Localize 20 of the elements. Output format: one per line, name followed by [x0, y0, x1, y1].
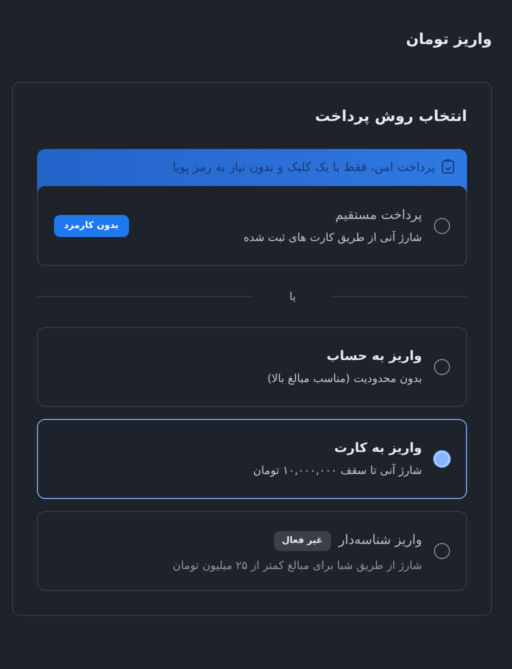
radio-button[interactable] [434, 359, 450, 375]
payment-option[interactable]: واریز به کارت شارژ آنی تا سقف ۱۰,۰۰۰,۰۰۰ تومان [37, 419, 467, 499]
fee-badge: بدون کارمزد [54, 214, 129, 236]
option-description: بدون محدودیت (مناسب مبالغ بالا) [267, 372, 422, 385]
payment-option[interactable]: واریز به حساب بدون محدودیت (مناسب مبالغ بالا) [37, 327, 467, 407]
card-title: انتخاب روش پرداخت [314, 107, 467, 125]
option-title: واریز شناسه‌دار [338, 533, 422, 548]
status-badge: غیر فعال [274, 530, 331, 550]
option-description: شارژ آنی از طریق کارت های ثبت شده [244, 230, 422, 244]
page-title: واریز تومان [404, 30, 492, 48]
option-title: واریز به کارت [334, 441, 422, 456]
payment-option[interactable]: پرداخت مستقیم شارژ آنی از طریق کارت های ثبت شده بدون کارمزد [37, 186, 467, 266]
divider-label: یا [289, 290, 296, 303]
banner-text: پرداخت امن، فقط با یک کلیک و بدون نیاز به رمز پویا [172, 160, 435, 174]
option-title: پرداخت مستقیم [335, 208, 422, 222]
radio-button[interactable] [434, 218, 450, 234]
option-title: واریز به حساب [326, 349, 422, 364]
option-description: شارژ آنی تا سقف ۱۰,۰۰۰,۰۰۰ تومان [253, 464, 422, 477]
option-description: شارژ از طریق شبا برای مبالغ کمتر از ۲۵ میلیون تومان [172, 558, 422, 572]
clipboard-icon [441, 159, 455, 174]
